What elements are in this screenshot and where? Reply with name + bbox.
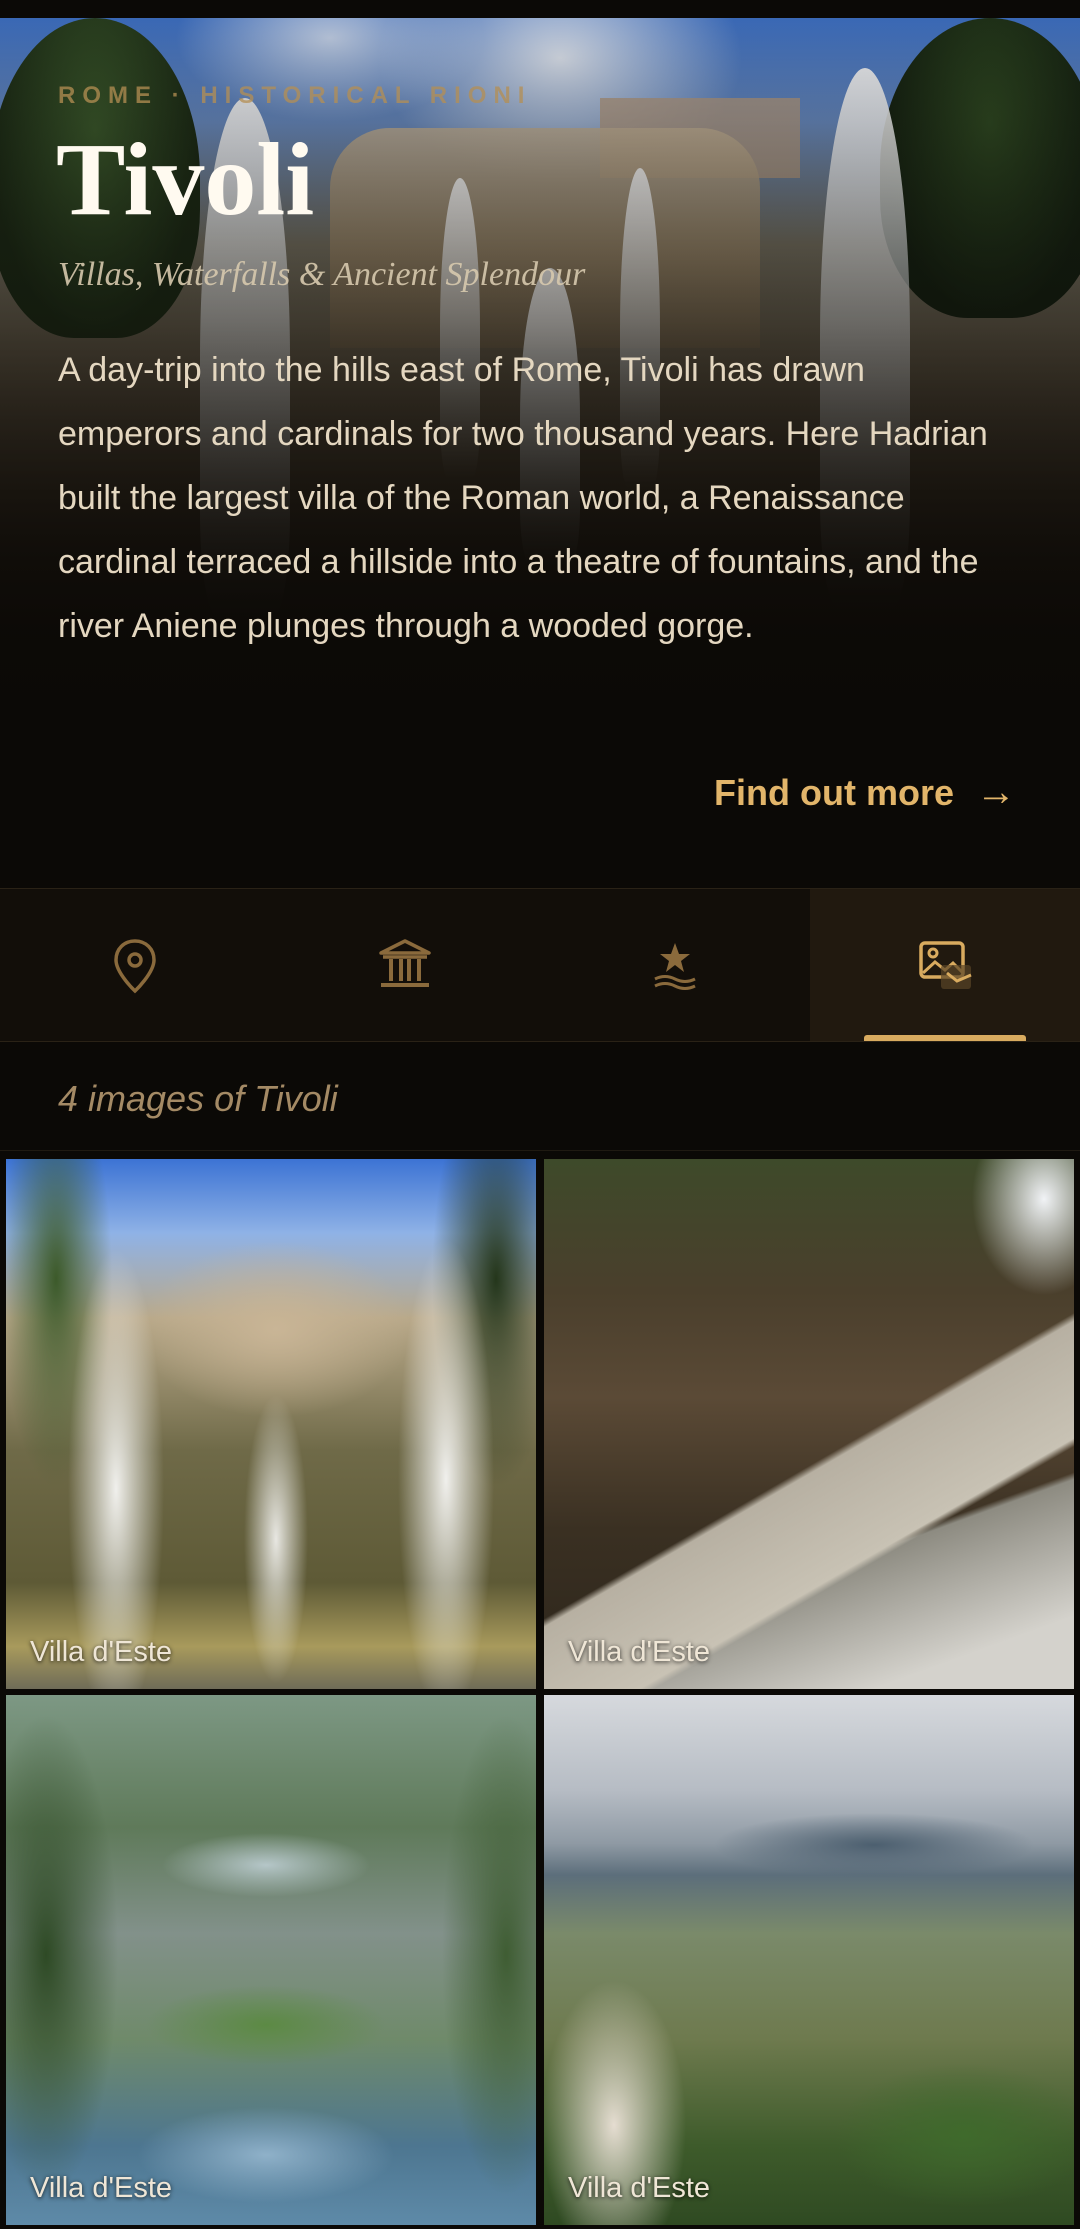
find-out-more-button[interactable]: Find out more →: [714, 770, 1016, 815]
museum-icon: [379, 939, 431, 987]
image-caption: Villa d'Este: [568, 1636, 711, 1668]
status-bar: [0, 0, 1080, 18]
tab-sights[interactable]: [270, 889, 540, 1041]
gallery-image[interactable]: Villa d'Este: [6, 1695, 536, 2225]
image-caption: Villa d'Este: [30, 1636, 173, 1668]
page-title: Tivoli: [56, 122, 315, 237]
hero-eyebrow: ROME · HISTORICAL RIONI: [58, 82, 532, 109]
gallery-image[interactable]: Villa d'Este: [544, 1159, 1074, 1689]
map-pin-icon: [114, 939, 156, 994]
active-tab-indicator: [864, 1035, 1026, 1041]
hero-description: A day-trip into the hills east of Rome, …: [58, 351, 988, 645]
gallery-icon: [919, 941, 972, 989]
arrow-right-icon: →: [976, 770, 1016, 814]
image-gallery: Villa d'Este Villa d'Este Villa d'Este V…: [0, 1150, 1080, 2229]
image-count: 4 images of Tivoli: [58, 1078, 338, 1119]
tab-location[interactable]: [0, 889, 270, 1041]
tab-bar: [0, 888, 1080, 1042]
find-out-more-label: Find out more: [714, 771, 954, 813]
tab-highlights[interactable]: [540, 889, 810, 1041]
image-caption: Villa d'Este: [30, 2172, 173, 2204]
page-subtitle: Villas, Waterfalls & Ancient Splendour: [58, 256, 586, 293]
gallery-image[interactable]: Villa d'Este: [544, 1695, 1074, 2225]
star-wave-icon: [654, 943, 696, 990]
tab-gallery[interactable]: [810, 889, 1080, 1041]
gallery-image[interactable]: Villa d'Este: [6, 1159, 536, 1689]
hero: ROME · HISTORICAL RIONI Tivoli Villas, W…: [0, 18, 1080, 888]
image-caption: Villa d'Este: [568, 2172, 711, 2204]
